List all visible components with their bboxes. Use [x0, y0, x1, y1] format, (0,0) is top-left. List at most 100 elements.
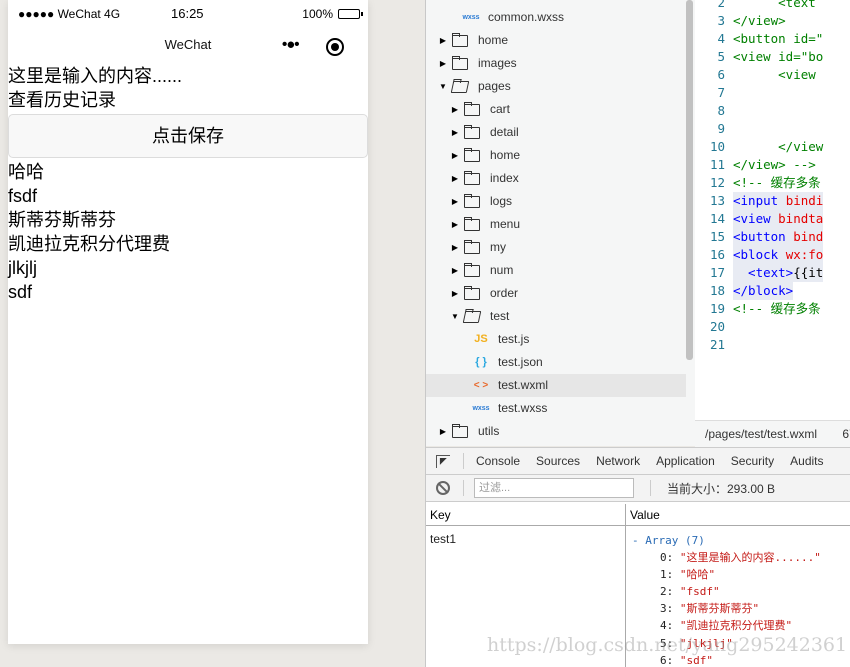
caret-right-icon[interactable]: ▶	[450, 121, 460, 144]
file-tree-item[interactable]: wxss test.wxss	[426, 397, 686, 420]
file-tree-item[interactable]: ▶ utils	[426, 420, 686, 443]
caret-right-icon[interactable]: ▶	[450, 282, 460, 305]
line-number: 15	[709, 229, 725, 244]
array-toggle[interactable]: - Array (7)	[632, 532, 821, 549]
line-number: 4	[717, 31, 725, 46]
battery-icon	[338, 9, 363, 19]
carrier-signal: ●●●●● WeChat 4G	[18, 7, 121, 21]
code-line[interactable]: 7	[695, 84, 850, 102]
code-token: <view id="bo	[733, 49, 824, 64]
caret-right-icon[interactable]: ▶	[450, 167, 460, 190]
separator	[463, 480, 464, 496]
line-number: 12	[709, 175, 725, 190]
code-line[interactable]: 10 </view	[695, 138, 850, 156]
file-tree-label: order	[490, 286, 519, 300]
line-number: 10	[709, 139, 725, 154]
caret-right-icon[interactable]: ▶	[450, 144, 460, 167]
code-line[interactable]: 5 <view id="bo	[695, 48, 850, 66]
tab-network[interactable]: Network	[588, 454, 648, 468]
code-line[interactable]: 13 <input bindi	[695, 192, 850, 210]
file-tree-item[interactable]: JS test.js	[426, 328, 686, 351]
nav-title: WeChat	[164, 37, 212, 52]
filter-input[interactable]	[474, 478, 634, 498]
code-line[interactable]: 4 <button id="	[695, 30, 850, 48]
file-tree-item[interactable]: ▶ order	[426, 282, 686, 305]
tab-security[interactable]: Security	[723, 454, 782, 468]
array-item: 2: "fsdf"	[632, 583, 821, 600]
more-dots-icon[interactable]: •●•	[282, 36, 300, 53]
code-line[interactable]: 18 </block>	[695, 282, 850, 300]
caret-down-icon[interactable]: ▼	[450, 305, 460, 328]
code-line[interactable]: 14 <view bindta	[695, 210, 850, 228]
code-line[interactable]: 8	[695, 102, 850, 120]
code-text: <button id="	[733, 30, 823, 48]
file-tree-item[interactable]: ▶ detail	[426, 121, 686, 144]
code-line[interactable]: 19 <!-- 缓存多条	[695, 300, 850, 318]
folder-icon	[464, 216, 480, 231]
code-line[interactable]: 2 <text	[695, 0, 850, 12]
caret-right-icon[interactable]: ▶	[438, 52, 448, 75]
code-line[interactable]: 20	[695, 318, 850, 336]
file-tree-item[interactable]: ▼ pages	[426, 75, 686, 98]
file-tree-item[interactable]: < > test.wxml	[426, 374, 686, 397]
code-line[interactable]: 17 <text>{{it	[695, 264, 850, 282]
caret-right-icon[interactable]: ▶	[450, 236, 460, 259]
battery-indicator: 100%	[302, 7, 363, 21]
code-editor[interactable]: 2 <text 3 </view> 4 <button id=" 5 <view id="b…	[695, 0, 850, 420]
file-tree-item[interactable]: ▶ index	[426, 167, 686, 190]
code-line[interactable]: 9	[695, 120, 850, 138]
caret-down-icon[interactable]: ▼	[438, 75, 448, 98]
code-line[interactable]: 15 <button bind	[695, 228, 850, 246]
code-text: <block wx:fo	[733, 246, 824, 264]
caret-right-icon[interactable]: ▶	[438, 420, 448, 443]
file-tree-item[interactable]: ▶ menu	[426, 213, 686, 236]
clear-storage-icon[interactable]	[436, 481, 450, 495]
folder-icon	[464, 147, 480, 162]
code-line[interactable]: 21	[695, 336, 850, 354]
tab-audits[interactable]: Audits	[782, 454, 831, 468]
value-column-header[interactable]: Value	[626, 504, 660, 525]
code-line[interactable]: 3 </view>	[695, 12, 850, 30]
file-tree-item[interactable]: wxss common.wxss	[426, 6, 686, 29]
save-button[interactable]: 点击保存	[8, 114, 368, 158]
caret-right-icon[interactable]: ▶	[450, 98, 460, 121]
tab-console[interactable]: Console	[468, 454, 528, 468]
battery-percent: 100%	[302, 7, 333, 21]
code-text: </block>	[733, 282, 794, 300]
file-tree-item[interactable]: ▼ test	[426, 305, 686, 328]
file-tree-item[interactable]: ▶ home	[426, 144, 686, 167]
code-text: <view	[733, 66, 816, 84]
array-item: 5: "jlkjlj"	[632, 635, 821, 652]
code-line[interactable]: 6 <view	[695, 66, 850, 84]
inspect-element-icon[interactable]	[436, 454, 450, 468]
storage-table: Key Value test1 - Array (7) 0: "这里是输入的内容…	[426, 504, 850, 667]
caret-right-icon[interactable]: ▶	[450, 259, 460, 282]
file-tree-item[interactable]: ▶ home	[426, 29, 686, 52]
code-line[interactable]: 11 </view> -->	[695, 156, 850, 174]
array-index: 3:	[660, 602, 674, 616]
file-tree-item[interactable]: ▶ num	[426, 259, 686, 282]
line-number: 5	[717, 49, 725, 64]
caret-right-icon[interactable]: ▶	[450, 213, 460, 236]
code-line[interactable]: 12 <!-- 缓存多条	[695, 174, 850, 192]
file-tree-item[interactable]: { } test.json	[426, 351, 686, 374]
key-column-header[interactable]: Key	[426, 504, 626, 525]
view-history-link[interactable]: 查看历史记录	[8, 88, 368, 112]
history-item: jlkjlj	[8, 258, 37, 278]
file-tree-item[interactable]: ▶ images	[426, 52, 686, 75]
tab-sources[interactable]: Sources	[528, 454, 588, 468]
input-text[interactable]: 这里是输入的内容......	[8, 64, 368, 88]
file-tree-scrollbar[interactable]	[686, 0, 693, 360]
caret-right-icon[interactable]: ▶	[450, 190, 460, 213]
file-tree-item[interactable]: ▶ logs	[426, 190, 686, 213]
code-line[interactable]: 16 <block wx:fo	[695, 246, 850, 264]
tab-application[interactable]: Application	[648, 454, 723, 468]
history-item: sdf	[8, 282, 33, 302]
file-tree-item[interactable]: ▶ cart	[426, 98, 686, 121]
caret-right-icon[interactable]: ▶	[438, 29, 448, 52]
separator	[650, 480, 651, 496]
file-tree-label: test.js	[498, 332, 530, 346]
storage-table-row[interactable]: test1 - Array (7) 0: "这里是输入的内容......" 1: …	[426, 526, 850, 667]
file-tree-item[interactable]: ▶ my	[426, 236, 686, 259]
target-close-icon[interactable]	[326, 38, 344, 56]
